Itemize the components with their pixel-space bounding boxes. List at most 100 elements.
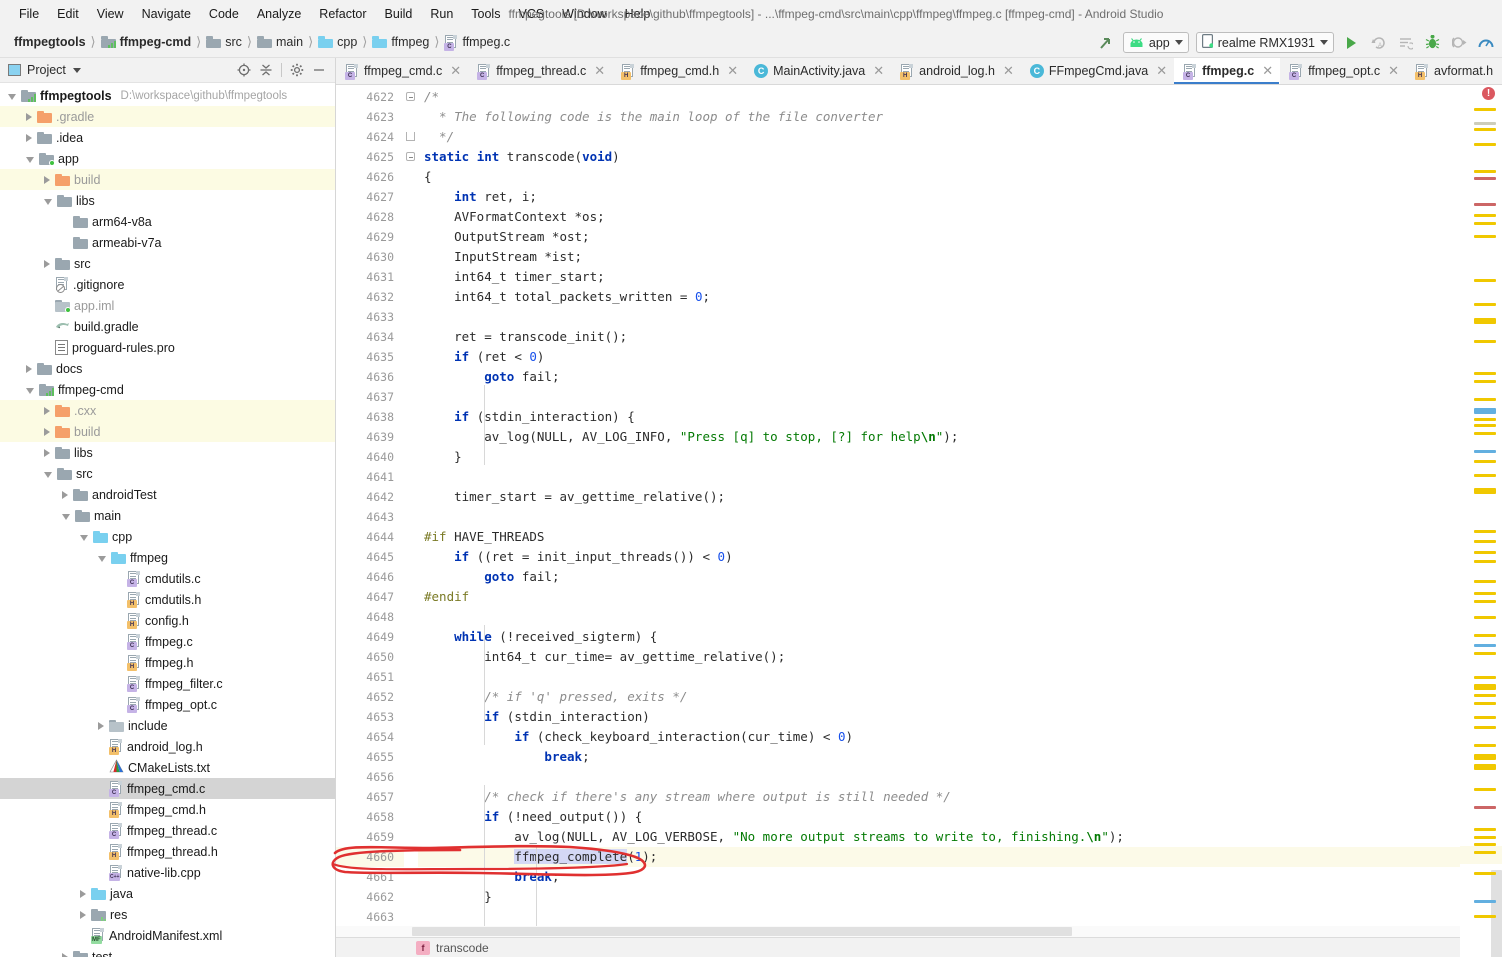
analysis-marker[interactable] — [1474, 143, 1496, 146]
code-line[interactable]: } — [418, 887, 1502, 907]
analysis-marker[interactable] — [1474, 676, 1496, 679]
line-number[interactable]: 4632 — [336, 287, 404, 307]
code-line[interactable]: av_log(NULL, AV_LOG_VERBOSE, "No more ou… — [418, 827, 1502, 847]
horizontal-scrollbar-thumb[interactable] — [412, 927, 1072, 936]
line-number[interactable]: 4647 — [336, 587, 404, 607]
line-number[interactable]: 4640 — [336, 447, 404, 467]
run-button[interactable] — [1341, 33, 1361, 53]
code-line[interactable]: goto fail; — [418, 567, 1502, 587]
analysis-marker[interactable] — [1474, 551, 1496, 554]
analysis-marker[interactable] — [1474, 600, 1496, 603]
analysis-marker[interactable] — [1474, 828, 1496, 831]
editor-tab-ffmpegcmd-java[interactable]: C FFmpegCmd.java ✕ — [1021, 58, 1174, 84]
fold-marker-slot[interactable] — [404, 867, 418, 887]
fold-marker-slot[interactable] — [404, 107, 418, 127]
hide-panel-icon[interactable] — [309, 60, 329, 80]
project-tree[interactable]: ffmpegtools D:\workspace\github\ffmpegtoo… — [0, 83, 335, 957]
tree-item-cmdutils-c[interactable]: Ccmdutils.c — [0, 568, 335, 589]
expand-arrow-down-icon[interactable] — [44, 471, 52, 478]
line-number[interactable]: 4629 — [336, 227, 404, 247]
analysis-marker[interactable] — [1474, 380, 1496, 383]
analysis-marker[interactable] — [1474, 580, 1496, 583]
profiler-icon[interactable] — [1476, 33, 1496, 53]
code-line[interactable]: if (check_keyboard_interaction(cur_time)… — [418, 727, 1502, 747]
code-line[interactable]: int ret, i; — [418, 187, 1502, 207]
fold-marker-slot[interactable] — [404, 487, 418, 507]
tree-item-src[interactable]: src — [0, 463, 335, 484]
vertical-scrollbar-thumb[interactable] — [1491, 870, 1502, 957]
analysis-marker[interactable] — [1474, 652, 1496, 655]
code-line[interactable]: goto fail; — [418, 367, 1502, 387]
tree-item-test[interactable]: test — [0, 946, 335, 957]
editor-breadcrumb-label[interactable]: transcode — [436, 941, 489, 955]
tree-item-androidmanifest-xml[interactable]: MF AndroidManifest.xml — [0, 925, 335, 946]
analysis-marker[interactable] — [1474, 754, 1496, 760]
fold-marker-slot[interactable] — [404, 327, 418, 347]
tree-item-ffmpeg-filter-c[interactable]: Cffmpeg_filter.c — [0, 673, 335, 694]
close-icon[interactable]: ✕ — [450, 63, 461, 79]
analysis-marker[interactable] — [1474, 408, 1496, 414]
line-number[interactable]: 4644 — [336, 527, 404, 547]
menu-vcs[interactable]: VCS — [509, 4, 553, 24]
attach-debugger-icon[interactable] — [1449, 33, 1469, 53]
fold-marker-slot[interactable] — [404, 267, 418, 287]
expand-arrow-down-icon[interactable] — [62, 513, 70, 520]
tree-item-build[interactable]: build — [0, 169, 335, 190]
line-number[interactable]: 4631 — [336, 267, 404, 287]
line-number[interactable]: 4656 — [336, 767, 404, 787]
expand-arrow-down-icon[interactable] — [98, 555, 106, 562]
apply-code-changes-icon[interactable] — [1395, 33, 1415, 53]
tree-item-ffmpeg-cmd-h[interactable]: Hffmpeg_cmd.h — [0, 799, 335, 820]
tree-item-libs[interactable]: libs — [0, 442, 335, 463]
fold-marker-slot[interactable] — [404, 167, 418, 187]
line-number[interactable]: 4655 — [336, 747, 404, 767]
expand-arrow-right-icon[interactable] — [44, 259, 50, 268]
code-line[interactable]: if (stdin_interaction) — [418, 707, 1502, 727]
line-number-gutter[interactable]: 4622 4623 4624 4625 4626 4627 4628 4629 4630 4631… — [336, 85, 404, 957]
analysis-marker[interactable] — [1474, 279, 1496, 282]
line-number[interactable]: 4662 — [336, 887, 404, 907]
fold-marker-slot[interactable] — [404, 667, 418, 687]
code-line[interactable]: ret = transcode_init(); — [418, 327, 1502, 347]
close-icon[interactable]: ✕ — [1156, 63, 1167, 79]
tree-item-include[interactable]: include — [0, 715, 335, 736]
code-line[interactable] — [418, 607, 1502, 627]
code-line[interactable]: if (stdin_interaction) { — [418, 407, 1502, 427]
menu-build[interactable]: Build — [376, 4, 422, 24]
line-number[interactable]: 4660 — [336, 847, 404, 867]
line-number[interactable]: 4638 — [336, 407, 404, 427]
line-number[interactable]: 4661 — [336, 867, 404, 887]
line-number[interactable]: 4654 — [336, 727, 404, 747]
code-editor[interactable]: 4622 4623 4624 4625 4626 4627 4628 4629 4630 4631… — [336, 85, 1502, 957]
line-number[interactable]: 4630 — [336, 247, 404, 267]
tree-item-main[interactable]: main — [0, 505, 335, 526]
analysis-marker[interactable] — [1474, 222, 1496, 225]
tree-item-build[interactable]: build — [0, 421, 335, 442]
line-number[interactable]: 4653 — [336, 707, 404, 727]
expand-arrow-down-icon[interactable] — [44, 198, 52, 205]
line-number[interactable]: 4625 — [336, 147, 404, 167]
bug-icon[interactable] — [1422, 33, 1442, 53]
editor-tab-ffmpeg-opt-c[interactable]: Cffmpeg_opt.c ✕ — [1280, 58, 1406, 84]
analysis-marker[interactable] — [1474, 806, 1496, 809]
fold-marker-slot[interactable] — [404, 407, 418, 427]
analysis-marker[interactable] — [1474, 872, 1496, 875]
tree-item-cmdutils-h[interactable]: Hcmdutils.h — [0, 589, 335, 610]
fold-marker-slot[interactable] — [404, 447, 418, 467]
analysis-marker[interactable] — [1474, 108, 1496, 111]
fold-marker-slot[interactable] — [404, 907, 418, 927]
apply-changes-icon[interactable]: A — [1368, 33, 1388, 53]
fold-marker-slot[interactable] — [404, 507, 418, 527]
tree-item-ffmpeg-cmd[interactable]: ffmpeg-cmd — [0, 379, 335, 400]
tree-item-ffmpeg-c[interactable]: Cffmpeg.c — [0, 631, 335, 652]
fold-marker-slot[interactable] — [404, 147, 418, 167]
menu-help[interactable]: Help — [616, 4, 660, 24]
line-number[interactable]: 4657 — [336, 787, 404, 807]
line-number[interactable]: 4648 — [336, 607, 404, 627]
editor-tab-android-log-h[interactable]: Handroid_log.h ✕ — [891, 58, 1021, 84]
code-line[interactable]: */ — [418, 127, 1502, 147]
chevron-down-icon[interactable] — [72, 67, 81, 73]
code-line[interactable]: int64_t timer_start; — [418, 267, 1502, 287]
menu-code[interactable]: Code — [200, 4, 248, 24]
tree-item-libs[interactable]: libs — [0, 190, 335, 211]
